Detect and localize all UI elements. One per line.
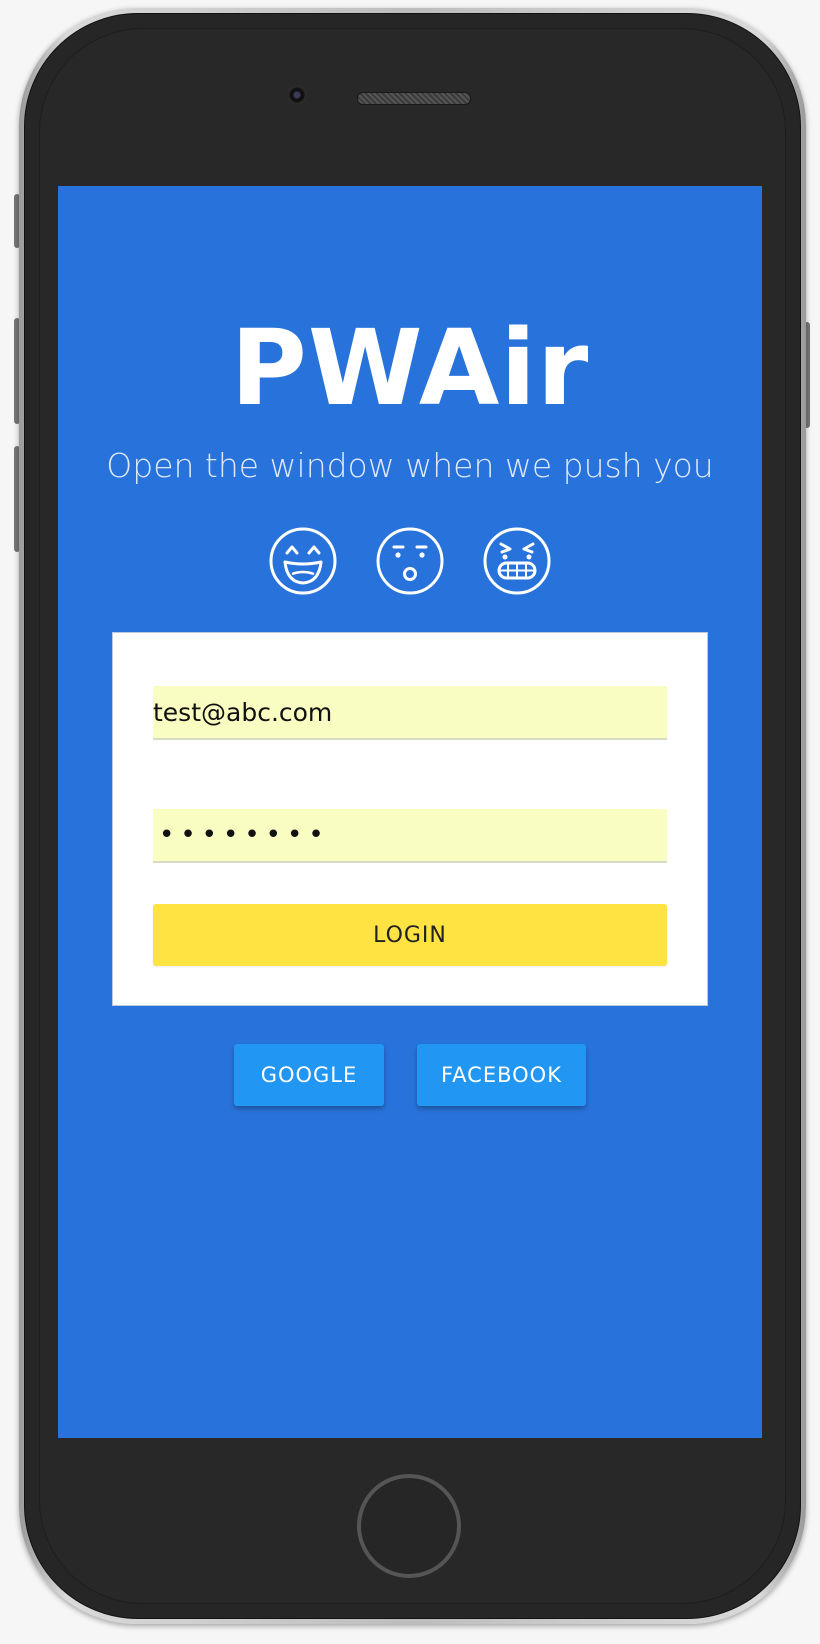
app-title: PWAir	[230, 307, 590, 429]
home-button[interactable]	[357, 1474, 461, 1578]
facebook-login-button[interactable]: FACEBOOK	[417, 1044, 586, 1106]
grinning-face-icon	[268, 526, 338, 596]
surprised-face-icon	[375, 526, 445, 596]
login-card: LOGIN	[112, 632, 708, 1006]
email-field[interactable]	[153, 686, 667, 740]
google-login-button[interactable]: GOOGLE	[234, 1044, 384, 1106]
app-subtitle: Open the window when we push you	[106, 446, 714, 485]
login-button[interactable]: LOGIN	[153, 904, 667, 966]
emoji-row	[58, 526, 762, 596]
angry-grimacing-face-icon	[482, 526, 552, 596]
earpiece-speaker	[357, 92, 471, 105]
app-screen: PWAir Open the window when we push you t…	[58, 186, 762, 1438]
password-field[interactable]	[153, 809, 667, 863]
stage: PWAir Open the window when we push you t…	[0, 0, 820, 1644]
front-camera	[287, 85, 307, 105]
